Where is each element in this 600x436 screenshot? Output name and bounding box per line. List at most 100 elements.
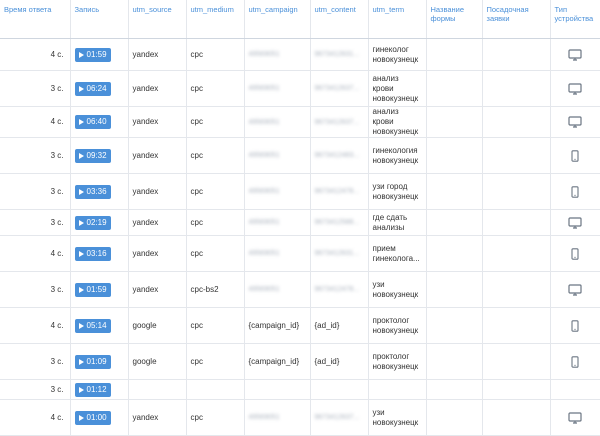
play-recording-button[interactable]: 03:36 xyxy=(74,184,111,199)
utm-term: узи город новокузнецк xyxy=(368,173,427,210)
utm-content: 9673412631... xyxy=(310,38,369,71)
device-type xyxy=(550,106,600,138)
utm-content: 9673412637... xyxy=(310,106,369,138)
utm-campaign-value: 49569051 xyxy=(248,188,280,195)
recording-duration: 05:14 xyxy=(86,320,107,330)
utm-content: 9673412483... xyxy=(310,137,369,174)
recording-duration: 06:40 xyxy=(86,117,107,126)
col-response-time[interactable]: Время ответа xyxy=(0,0,71,39)
utm-content: 9673412588... xyxy=(310,209,369,236)
col-form-name[interactable]: Название формы xyxy=(426,0,483,39)
table-row: 3 с. 02:19 yandex cpc 49569051 9673412588... г… xyxy=(0,209,600,236)
play-icon xyxy=(78,219,84,226)
utm-content: {ad_id} xyxy=(310,307,369,344)
utm-medium: cpc xyxy=(186,307,245,344)
utm-term: гинекология новокузнецк xyxy=(368,137,427,174)
utm-content-value: 9673412483... xyxy=(314,152,360,159)
utm-content-value: 9673412478... xyxy=(314,286,360,293)
col-utm-medium[interactable]: utm_medium xyxy=(186,0,245,39)
table-row: 4 с. 01:59 yandex cpc 49569051 9673412631... г… xyxy=(0,38,600,71)
col-recording[interactable]: Запись xyxy=(70,0,129,39)
recording-cell: 09:32 xyxy=(70,137,129,174)
col-utm-source[interactable]: utm_source xyxy=(128,0,187,39)
recording-cell: 01:59 xyxy=(70,38,129,71)
utm-campaign-value: 49569051 xyxy=(248,286,280,293)
play-recording-button[interactable]: 01:12 xyxy=(74,382,111,397)
utm-source: yandex xyxy=(128,137,187,174)
device-type xyxy=(550,38,600,71)
utm-medium: cpc xyxy=(186,235,245,272)
utm-content: 9673412478... xyxy=(310,271,369,308)
desktop-icon xyxy=(568,116,582,128)
desktop-icon xyxy=(568,48,582,61)
recording-duration: 06:24 xyxy=(86,83,107,93)
col-utm-campaign[interactable]: utm_campaign xyxy=(244,0,311,39)
landing xyxy=(482,271,551,308)
utm-term: прием гинеколога... xyxy=(368,235,427,272)
recording-cell: 01:12 xyxy=(70,379,129,400)
col-landing[interactable]: Посадочная заявки xyxy=(482,0,551,39)
utm-content: 9673412637... xyxy=(310,399,369,436)
form-name xyxy=(426,70,483,107)
device-type xyxy=(550,271,600,308)
form-name xyxy=(426,271,483,308)
utm-campaign-value: 49569051 xyxy=(248,250,280,257)
utm-content: {ad_id} xyxy=(310,343,369,380)
table-row: 3 с. 01:12 xyxy=(0,379,600,400)
response-time: 4 с. xyxy=(0,399,71,436)
table-row: 3 с. 06:24 yandex cpc 49569051 9673412637... а… xyxy=(0,70,600,107)
table-row: 3 с. 09:32 yandex cpc 49569051 9673412483... г… xyxy=(0,137,600,174)
recording-duration: 09:32 xyxy=(86,150,107,160)
play-recording-button[interactable]: 01:00 xyxy=(74,410,111,425)
landing xyxy=(482,38,551,71)
utm-campaign-value: 49569051 xyxy=(248,51,280,58)
col-device-type[interactable]: Тип устройства xyxy=(550,0,600,39)
utm-term xyxy=(368,379,427,400)
utm-term: анализ крови новокузнецк xyxy=(368,106,427,138)
table-row: 4 с. 03:16 yandex cpc 49569051 9673412631... п… xyxy=(0,235,600,272)
play-recording-button[interactable]: 06:24 xyxy=(74,81,111,96)
device-type xyxy=(550,379,600,400)
utm-campaign: {campaign_id} xyxy=(244,343,311,380)
utm-campaign xyxy=(244,379,311,400)
table-row: 3 с. 01:09 google cpc {campaign_id} {ad_id} пр… xyxy=(0,343,600,380)
form-name xyxy=(426,399,483,436)
utm-content: 9673412631... xyxy=(310,235,369,272)
recording-cell: 03:36 xyxy=(70,173,129,210)
utm-term: узи новокузнецк xyxy=(368,399,427,436)
device-type xyxy=(550,399,600,436)
utm-medium xyxy=(186,379,245,400)
play-recording-button[interactable]: 03:16 xyxy=(74,246,111,261)
form-name xyxy=(426,38,483,71)
utm-source: yandex xyxy=(128,173,187,210)
utm-medium: cpc xyxy=(186,399,245,436)
response-time: 3 с. xyxy=(0,379,71,400)
play-recording-button[interactable]: 01:09 xyxy=(74,354,111,369)
mobile-icon xyxy=(571,149,579,162)
col-utm-term[interactable]: utm_term xyxy=(368,0,427,39)
utm-campaign-value: 49569051 xyxy=(248,85,280,92)
play-icon xyxy=(78,286,84,293)
form-name xyxy=(426,379,483,400)
play-recording-button[interactable]: 09:32 xyxy=(74,148,111,163)
utm-campaign: 49569051 xyxy=(244,399,311,436)
response-time: 3 с. xyxy=(0,343,71,380)
utm-content-value: 9673412631... xyxy=(314,51,360,58)
mobile-icon xyxy=(571,319,579,332)
recording-cell: 03:16 xyxy=(70,235,129,272)
play-recording-button[interactable]: 06:40 xyxy=(74,115,111,129)
play-recording-button[interactable]: 01:59 xyxy=(74,282,111,297)
landing xyxy=(482,343,551,380)
response-time: 3 с. xyxy=(0,271,71,308)
play-recording-button[interactable]: 05:14 xyxy=(74,318,111,333)
col-utm-content[interactable]: utm_content xyxy=(310,0,369,39)
utm-content-value: 9673412637... xyxy=(314,85,360,92)
play-recording-button[interactable]: 01:59 xyxy=(74,47,111,62)
calls-table: Время ответа Запись utm_source utm_mediu… xyxy=(0,0,600,436)
utm-campaign-value: 49569051 xyxy=(248,118,280,126)
play-recording-button[interactable]: 02:19 xyxy=(74,215,111,230)
recording-duration: 01:09 xyxy=(86,356,107,366)
utm-content: 9673412637... xyxy=(310,70,369,107)
utm-source xyxy=(128,379,187,400)
response-time: 4 с. xyxy=(0,106,71,138)
